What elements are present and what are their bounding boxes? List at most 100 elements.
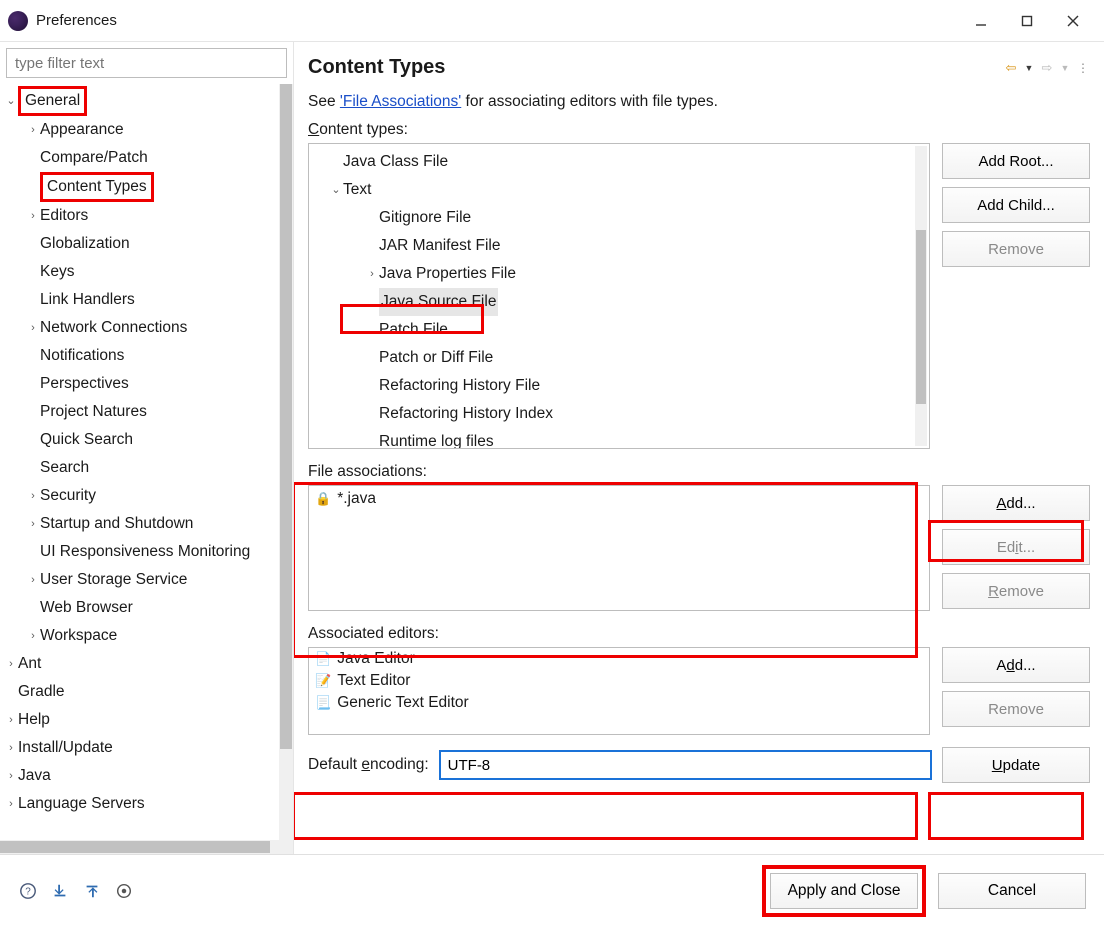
footer: ? Apply and Close Cancel <box>0 854 1104 926</box>
page-title: Content Types <box>308 56 1004 79</box>
tree-node-editors[interactable]: ›Editors <box>0 202 279 230</box>
export-icon[interactable] <box>82 881 102 901</box>
maximize-button[interactable] <box>1004 3 1050 39</box>
ct-node-java-source[interactable]: Java Source File <box>325 288 899 316</box>
tree-node-keys[interactable]: Keys <box>0 258 279 286</box>
highlight-encoding <box>294 792 918 840</box>
tree-node-compare-patch[interactable]: Compare/Patch <box>0 144 279 172</box>
eclipse-icon <box>8 11 28 31</box>
oomph-icon[interactable] <box>114 881 134 901</box>
fa-add-button[interactable]: Add... <box>942 485 1090 521</box>
ae-remove-button[interactable]: Remove <box>942 691 1090 727</box>
ct-remove-button[interactable]: Remove <box>942 231 1090 267</box>
svg-text:?: ? <box>25 886 31 897</box>
body: ⌄General ›Appearance Compare/Patch Conte… <box>0 42 1104 854</box>
default-encoding-input[interactable] <box>439 750 932 780</box>
ct-node-runtime-log[interactable]: Runtime log files <box>325 428 899 449</box>
sidebar: ⌄General ›Appearance Compare/Patch Conte… <box>0 42 294 854</box>
tree-node-appearance[interactable]: ›Appearance <box>0 116 279 144</box>
chevron-right-icon: › <box>4 734 18 762</box>
tree-scrollbar[interactable] <box>279 84 293 840</box>
tree-node-install-update[interactable]: ›Install/Update <box>0 734 279 762</box>
editor-item-generic[interactable]: Generic Text Editor <box>309 692 929 714</box>
window-title: Preferences <box>36 12 958 29</box>
window-controls <box>958 3 1096 39</box>
chevron-right-icon: › <box>4 650 18 678</box>
ct-node-java-class-file[interactable]: Java Class File <box>325 148 899 176</box>
editor-item-java[interactable]: Java Editor <box>309 648 929 670</box>
tree-node-notifications[interactable]: Notifications <box>0 342 279 370</box>
back-dropdown-icon[interactable]: ▼ <box>1022 61 1036 75</box>
forward-icon[interactable]: ⇨ <box>1040 61 1054 75</box>
editor-item-text[interactable]: Text Editor <box>309 670 929 692</box>
add-child-button[interactable]: Add Child... <box>942 187 1090 223</box>
update-button[interactable]: Update <box>942 747 1090 783</box>
chevron-right-icon: › <box>4 790 18 818</box>
ct-node-java-properties[interactable]: ›Java Properties File <box>325 260 899 288</box>
fa-remove-button[interactable]: Remove <box>942 573 1090 609</box>
tree-node-startup-shutdown[interactable]: ›Startup and Shutdown <box>0 510 279 538</box>
apply-and-close-button[interactable]: Apply and Close <box>770 873 918 909</box>
file-associations-label: File associations: <box>308 463 1090 481</box>
chevron-right-icon: › <box>4 706 18 734</box>
fa-edit-button[interactable]: Edit... <box>942 529 1090 565</box>
close-button[interactable] <box>1050 3 1096 39</box>
tree-node-help[interactable]: ›Help <box>0 706 279 734</box>
tree-node-user-storage[interactable]: ›User Storage Service <box>0 566 279 594</box>
tree-node-workspace[interactable]: ›Workspace <box>0 622 279 650</box>
ct-node-refactor-history-file[interactable]: Refactoring History File <box>325 372 899 400</box>
chevron-right-icon: › <box>26 202 40 230</box>
tree-node-network-connections[interactable]: ›Network Connections <box>0 314 279 342</box>
file-associations-link[interactable]: 'File Associations' <box>340 93 461 110</box>
filter-input[interactable] <box>6 48 287 78</box>
tree-node-ui-responsiveness[interactable]: UI Responsiveness Monitoring <box>0 538 279 566</box>
tree-node-globalization[interactable]: Globalization <box>0 230 279 258</box>
file-assoc-item-java[interactable]: *.java <box>309 486 929 512</box>
tree-node-search[interactable]: Search <box>0 454 279 482</box>
tree-node-gradle[interactable]: Gradle <box>0 678 279 706</box>
description: See 'File Associations' for associating … <box>308 93 1090 111</box>
tree-node-java[interactable]: ›Java <box>0 762 279 790</box>
associated-editors-list[interactable]: Java Editor Text Editor Generic Text Edi… <box>308 647 930 735</box>
ct-node-patch-file[interactable]: Patch File <box>325 316 899 344</box>
minimize-button[interactable] <box>958 3 1004 39</box>
chevron-right-icon: › <box>26 116 40 144</box>
tree-node-general[interactable]: ⌄General <box>0 86 279 116</box>
menu-dots-icon[interactable]: ⋮ <box>1076 61 1090 75</box>
tree-node-ant[interactable]: ›Ant <box>0 650 279 678</box>
add-root-button[interactable]: Add Root... <box>942 143 1090 179</box>
tree-node-security[interactable]: ›Security <box>0 482 279 510</box>
ct-node-gitignore[interactable]: Gitignore File <box>325 204 899 232</box>
associated-editors-label: Associated editors: <box>308 625 1090 643</box>
chevron-right-icon: › <box>26 510 40 538</box>
file-associations-list[interactable]: *.java <box>308 485 930 611</box>
header-toolbar: ⇦ ▼ ⇨ ▼ ⋮ <box>1004 61 1090 75</box>
tree-node-link-handlers[interactable]: Link Handlers <box>0 286 279 314</box>
tree-node-quick-search[interactable]: Quick Search <box>0 426 279 454</box>
ct-node-jar-manifest[interactable]: JAR Manifest File <box>325 232 899 260</box>
cancel-button[interactable]: Cancel <box>938 873 1086 909</box>
java-editor-icon <box>315 650 331 668</box>
chevron-right-icon: › <box>26 482 40 510</box>
tree-node-perspectives[interactable]: Perspectives <box>0 370 279 398</box>
ct-node-refactor-history-index[interactable]: Refactoring History Index <box>325 400 899 428</box>
tree-node-project-natures[interactable]: Project Natures <box>0 398 279 426</box>
help-icon[interactable]: ? <box>18 881 38 901</box>
ct-node-patch-or-diff[interactable]: Patch or Diff File <box>325 344 899 372</box>
content-types-label: Content types: <box>308 121 1090 139</box>
tree-node-language-servers[interactable]: ›Language Servers <box>0 790 279 818</box>
tree-h-scrollbar[interactable] <box>0 840 293 854</box>
ae-add-button[interactable]: Add... <box>942 647 1090 683</box>
ct-node-text[interactable]: ⌄Text <box>325 176 899 204</box>
forward-dropdown-icon[interactable]: ▼ <box>1058 61 1072 75</box>
default-encoding-label: Default encoding: <box>308 756 429 774</box>
back-icon[interactable]: ⇦ <box>1004 61 1018 75</box>
highlight-update <box>928 792 1084 840</box>
tree-node-web-browser[interactable]: Web Browser <box>0 594 279 622</box>
import-icon[interactable] <box>50 881 70 901</box>
content-types-list[interactable]: Java Class File ⌄Text Gitignore File JAR… <box>308 143 930 449</box>
tree-node-content-types[interactable]: Content Types <box>0 172 279 202</box>
text-editor-icon <box>315 672 331 690</box>
preferences-tree[interactable]: ⌄General ›Appearance Compare/Patch Conte… <box>0 84 293 840</box>
chevron-down-icon: ⌄ <box>4 87 18 115</box>
